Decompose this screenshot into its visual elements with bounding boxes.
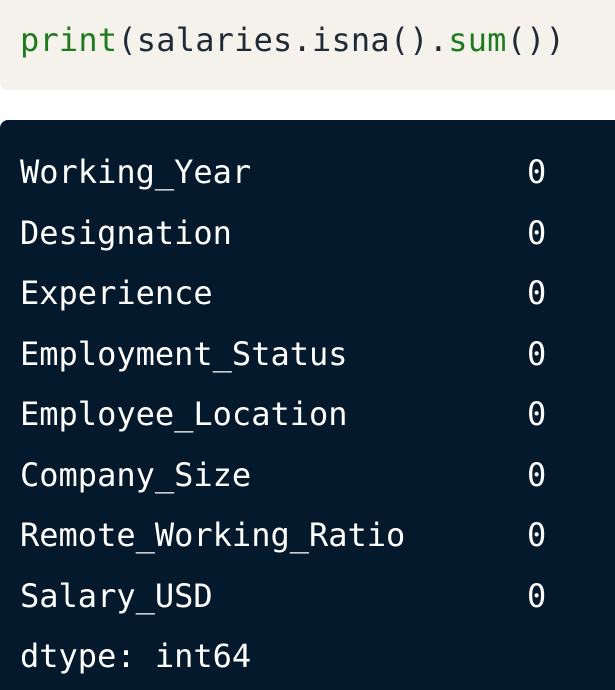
code-token-print: print xyxy=(20,21,118,59)
output-row-value: 0 xyxy=(527,455,547,494)
output-row-value: 0 xyxy=(527,213,547,252)
output-row-label: Working_Year xyxy=(20,153,252,191)
output-row: Employee_Location 0 xyxy=(20,392,580,453)
code-line: print(salaries.isna().sum()) xyxy=(20,18,565,62)
output-series: Working_Year 0 Designation 0 Experience … xyxy=(20,150,580,690)
output-row: Experience 0 xyxy=(20,271,580,332)
output-row: Designation 0 xyxy=(20,211,580,272)
code-token-closing-parens: ()) xyxy=(506,21,566,59)
output-row-label: Salary_USD xyxy=(20,576,213,615)
output-row-label: Employment_Status xyxy=(20,334,348,373)
output-row: Remote_Working_Ratio 0 xyxy=(20,513,580,574)
output-row-value: 0 xyxy=(527,334,547,373)
output-row: Working_Year 0 xyxy=(20,150,580,211)
output-row-label: Designation xyxy=(20,213,232,252)
output-dtype-row: dtype: int64 xyxy=(20,634,580,690)
code-token-call-chain: (salaries.isna(). xyxy=(117,21,449,59)
output-row: Employment_Status 0 xyxy=(20,332,580,393)
output-row-value: 0 xyxy=(527,274,547,312)
output-row: Salary_USD 0 xyxy=(20,574,580,635)
output-row-value: 0 xyxy=(527,576,547,615)
output-row-label: Employee_Location xyxy=(20,395,348,433)
output-row-label: Remote_Working_Ratio xyxy=(20,516,406,554)
code-cell[interactable]: print(salaries.isna().sum()) xyxy=(0,0,615,90)
output-row-value: 0 xyxy=(527,395,547,433)
notebook-page: print(salaries.isna().sum()) Working_Yea… xyxy=(0,0,615,690)
output-row-label: Company_Size xyxy=(20,455,252,494)
output-row: Company_Size 0 xyxy=(20,453,580,514)
code-token-sum: sum xyxy=(448,21,507,59)
output-cell: Working_Year 0 Designation 0 Experience … xyxy=(0,120,615,690)
output-row-label: Experience xyxy=(20,274,213,312)
output-dtype: dtype: int64 xyxy=(20,637,252,675)
output-row-value: 0 xyxy=(527,153,547,191)
output-row-value: 0 xyxy=(527,516,547,554)
